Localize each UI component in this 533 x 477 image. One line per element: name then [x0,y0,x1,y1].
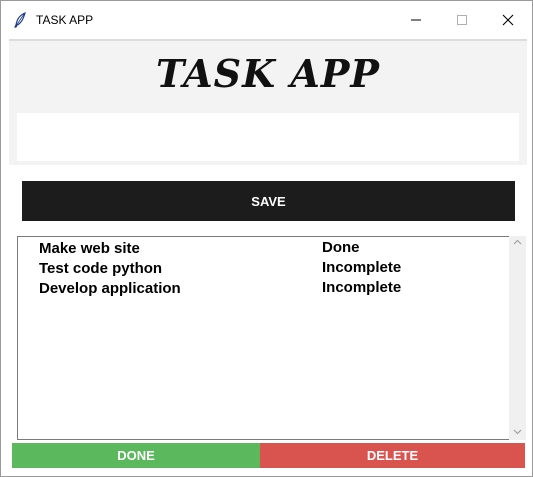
list-item[interactable]: Develop application Incomplete [18,279,509,299]
maximize-button[interactable] [439,1,485,39]
app-window: TASK APP TASK APP SAVE Make web site Don… [0,0,533,477]
close-icon [502,14,514,26]
task-input[interactable] [17,113,519,161]
chevron-down-icon[interactable] [513,429,522,435]
app-title: TASK APP [155,51,380,96]
list-item[interactable]: Make web site Done [18,239,509,259]
chevron-up-icon[interactable] [513,239,522,245]
task-status: Incomplete [322,279,402,296]
window-title: TASK APP [36,13,94,27]
save-button[interactable]: SAVE [22,181,515,221]
vertical-scrollbar[interactable] [509,236,526,440]
done-button[interactable]: DONE [12,443,260,468]
task-status: Incomplete [322,259,402,276]
task-status: Done [322,239,360,256]
header-panel: TASK APP [9,41,527,113]
minimize-icon [411,19,421,21]
task-name: Test code python [39,260,163,277]
close-button[interactable] [485,1,531,39]
title-bar[interactable]: TASK APP [1,1,532,39]
task-name: Develop application [39,280,181,297]
task-listbox[interactable]: Make web site Done Test code python Inco… [17,236,510,440]
minimize-button[interactable] [393,1,439,39]
client-area: TASK APP SAVE Make web site Done Test co… [9,39,527,470]
list-item[interactable]: Test code python Incomplete [18,259,509,279]
maximize-icon [457,15,467,25]
task-name: Make web site [39,240,140,257]
delete-button[interactable]: DELETE [260,443,525,468]
feather-icon [13,11,27,28]
